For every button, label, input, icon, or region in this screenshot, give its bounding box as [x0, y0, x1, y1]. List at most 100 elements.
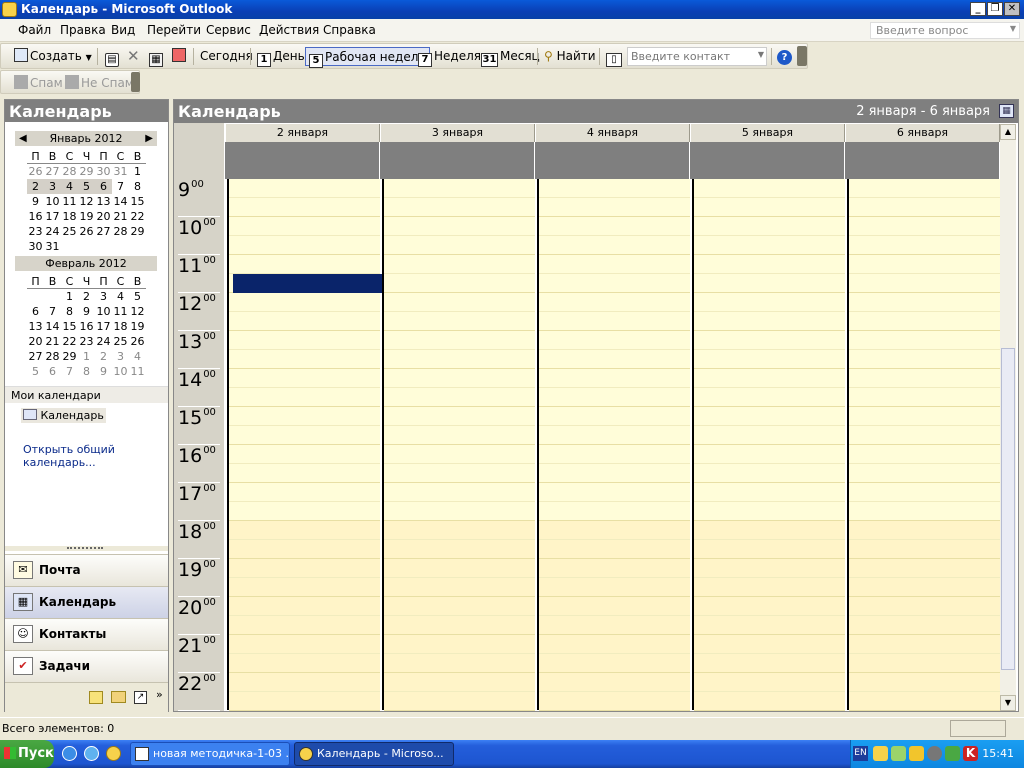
calendar-day[interactable]: 6 [44, 364, 61, 379]
start-button[interactable]: Пуск [0, 740, 54, 768]
calendar-day[interactable]: 9 [95, 364, 112, 379]
calendar-day[interactable]: 29 [129, 224, 146, 239]
star-icon[interactable] [909, 746, 924, 761]
calendar-day[interactable]: 14 [112, 194, 129, 209]
toolbar-options-chevron[interactable] [797, 46, 807, 66]
calendar-day[interactable]: 2 [95, 349, 112, 364]
ask-question-box[interactable]: Введите вопрос ▼ [870, 22, 1020, 39]
taskbar-item-document[interactable]: новая методичка-1-03 ... [130, 742, 290, 766]
calendar-day[interactable]: 17 [44, 209, 61, 224]
scroll-thumb[interactable] [1001, 348, 1015, 670]
disk-icon[interactable] [927, 746, 942, 761]
categorize-button[interactable] [169, 47, 191, 66]
outlook-quicklaunch-icon[interactable] [106, 746, 121, 761]
calendar-day[interactable]: 27 [27, 349, 44, 364]
calendar-day[interactable]: 23 [27, 224, 44, 239]
calendar-day[interactable]: 19 [78, 209, 95, 224]
calendar-day[interactable]: 22 [61, 334, 78, 349]
work-week-view-button[interactable]: 5 Рабочая неделя [305, 47, 430, 68]
all-day-area[interactable] [535, 142, 689, 179]
taskbar-item-outlook[interactable]: Календарь - Microso... [294, 742, 454, 766]
calendar-day[interactable]: 7 [61, 364, 78, 379]
calendar-day[interactable]: 11 [112, 304, 129, 319]
configure-buttons-chevron-icon[interactable]: » [156, 688, 163, 701]
calendar-day[interactable]: 2 [78, 289, 95, 304]
week-view-button[interactable]: 7 Неделя [415, 47, 484, 67]
calendar-day[interactable]: 9 [27, 194, 44, 209]
calendar-day[interactable]: 27 [44, 164, 61, 179]
nav-tasks-button[interactable]: ✔ Задачи [5, 650, 168, 682]
calendar-day[interactable]: 5 [27, 364, 44, 379]
calendar-day[interactable]: 24 [95, 334, 112, 349]
calendar-day[interactable]: 10 [95, 304, 112, 319]
day-header[interactable]: 3 января [380, 124, 535, 142]
menu-go[interactable]: Перейти [147, 23, 201, 37]
print-button[interactable]: ▤ [102, 47, 124, 67]
calendar-day[interactable]: 29 [61, 349, 78, 364]
calendar-day[interactable]: 28 [44, 349, 61, 364]
language-indicator[interactable]: EN [853, 746, 868, 761]
calendar-day[interactable]: 25 [61, 224, 78, 239]
calendar-day[interactable]: 23 [78, 334, 95, 349]
shortcut-arrow-icon[interactable]: ↗ [134, 691, 147, 704]
calendar-day[interactable]: 7 [44, 304, 61, 319]
next-month-arrow-icon[interactable]: ▶ [145, 131, 153, 146]
day-header[interactable]: 6 января [845, 124, 1000, 142]
restore-button[interactable]: ❐ [987, 2, 1003, 16]
help-button[interactable]: ? [774, 47, 795, 66]
calendar-day[interactable]: 1 [61, 289, 78, 304]
menu-help[interactable]: Справка [323, 23, 376, 37]
folder-icon[interactable] [111, 691, 126, 703]
calendar-day[interactable]: 12 [78, 194, 95, 209]
delete-button[interactable]: ✕ [124, 47, 143, 66]
calendar-day[interactable]: 3 [95, 289, 112, 304]
minimize-button[interactable]: _ [970, 2, 986, 16]
calendar-grid-icon[interactable]: ▦ [999, 104, 1014, 118]
calendar-day[interactable]: 12 [129, 304, 146, 319]
calendar-day[interactable]: 31 [44, 239, 61, 254]
calendar-day[interactable]: 28 [61, 164, 78, 179]
calendar-day[interactable]: 21 [44, 334, 61, 349]
calendar-day[interactable]: 16 [27, 209, 44, 224]
calendar-day[interactable]: 5 [78, 179, 95, 194]
nav-calendar-button[interactable]: ▦ Календарь [5, 586, 168, 618]
address-book-button[interactable]: ▦ [146, 47, 168, 67]
calendar-day[interactable]: 29 [78, 164, 95, 179]
create-button[interactable]: Создать ▼ [11, 47, 95, 66]
calendar-day[interactable]: 26 [129, 334, 146, 349]
kaspersky-icon[interactable]: K [963, 746, 978, 761]
calendar-day[interactable]: 1 [78, 349, 95, 364]
address-book-button-2[interactable]: ▯ [603, 47, 627, 67]
calendar-day[interactable]: 4 [129, 349, 146, 364]
calendar-day[interactable]: 6 [27, 304, 44, 319]
prev-month-arrow-icon[interactable]: ◀ [19, 131, 27, 146]
day-column[interactable] [382, 179, 535, 711]
menu-tools[interactable]: Сервис [206, 23, 251, 37]
calendar-day[interactable]: 13 [27, 319, 44, 334]
calendar-day[interactable]: 18 [112, 319, 129, 334]
all-day-area[interactable] [690, 142, 844, 179]
calendar-day[interactable]: 16 [78, 319, 95, 334]
calendar-day[interactable]: 8 [61, 304, 78, 319]
calendar-day[interactable]: 25 [112, 334, 129, 349]
spam-button[interactable]: Спам [11, 74, 66, 93]
nav-contacts-button[interactable]: ☺ Контакты [5, 618, 168, 650]
internet-explorer-icon[interactable] [62, 746, 77, 761]
menu-edit[interactable]: Правка [60, 23, 106, 37]
calendar-day[interactable]: 8 [78, 364, 95, 379]
calendar-day[interactable]: 1 [129, 164, 146, 179]
vertical-scrollbar[interactable]: ▲ ▼ [1000, 124, 1016, 711]
day-column[interactable] [847, 179, 1000, 711]
all-day-area[interactable] [380, 142, 534, 179]
today-button[interactable]: Сегодня [197, 47, 256, 66]
calendar-day[interactable]: 3 [112, 349, 129, 364]
calendar-day[interactable]: 4 [112, 289, 129, 304]
open-shared-calendar-link[interactable]: Открыть общий календарь... [23, 443, 168, 469]
calendar-day[interactable]: 24 [44, 224, 61, 239]
find-contact-input[interactable]: Введите контакт ▼ [627, 47, 767, 66]
calendar-day[interactable]: 28 [112, 224, 129, 239]
calendar-day[interactable]: 9 [78, 304, 95, 319]
calendar-day[interactable]: 2 [27, 179, 44, 194]
calendar-day[interactable]: 19 [129, 319, 146, 334]
scroll-up-arrow-icon[interactable]: ▲ [1000, 124, 1016, 140]
